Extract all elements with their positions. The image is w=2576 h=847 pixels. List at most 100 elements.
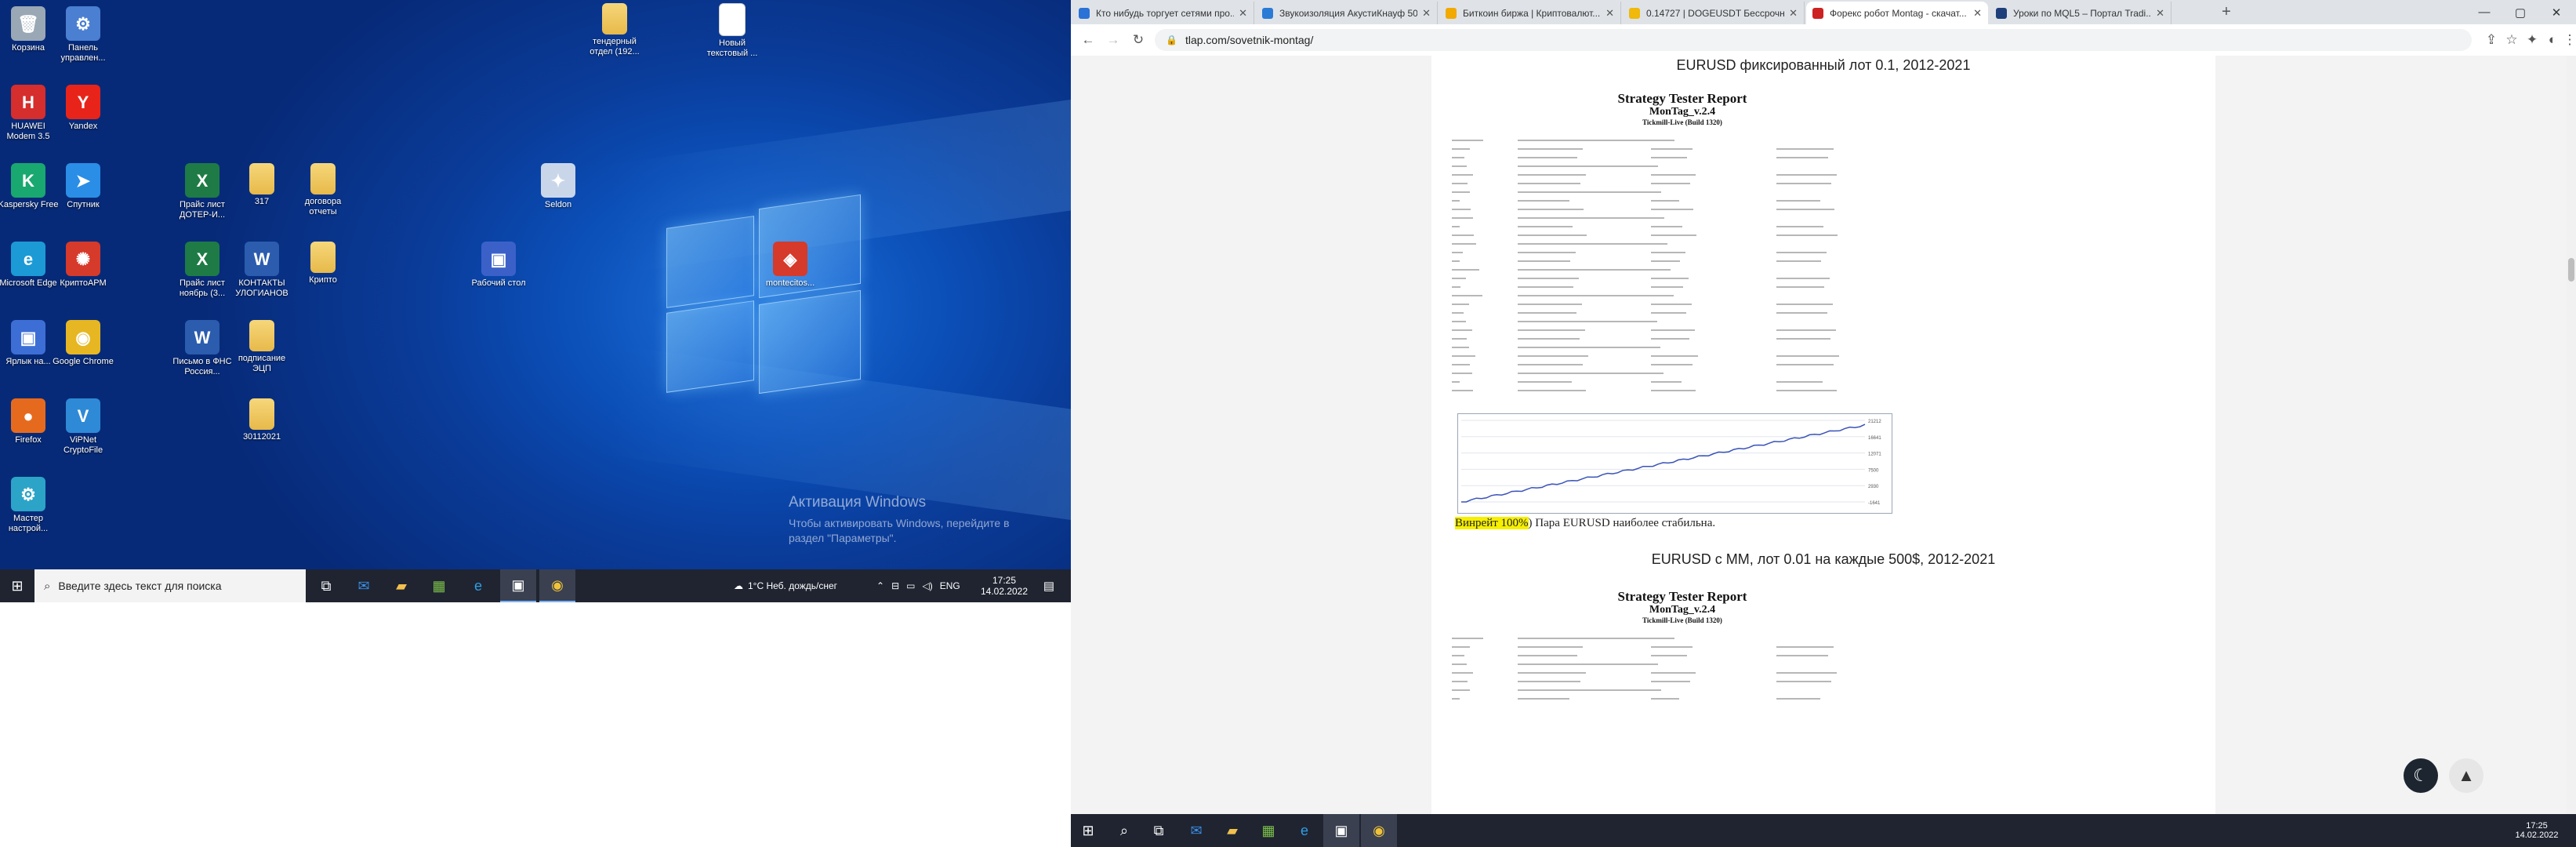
scroll-to-top-icon[interactable]: ▲ (2449, 758, 2483, 793)
desktop-icon[interactable]: ✺ КриптоАРМ (52, 242, 114, 289)
desktop-icon[interactable]: ✦ Seldon (527, 163, 590, 210)
desktop-icon[interactable]: ▣ Ярлык на... (0, 320, 60, 367)
desktop-icon[interactable]: K Kaspersky Free (0, 163, 60, 210)
desktop-icon[interactable]: подписание ЭЦП (230, 320, 293, 374)
desktop-icon[interactable]: Новый текстовый ... (701, 3, 764, 59)
maximize-button[interactable]: ▢ (2502, 0, 2538, 24)
desktop-icon[interactable]: ◉ Google Chrome (52, 320, 114, 367)
file-explorer-icon[interactable]: ▰ (1217, 814, 1248, 847)
close-window-button[interactable]: ✕ (2538, 0, 2574, 24)
report-row (1447, 136, 1917, 145)
report-rows (1447, 634, 1917, 703)
bookmark-star-icon[interactable]: ☆ (2502, 31, 2521, 49)
edge-icon[interactable]: e (463, 569, 494, 602)
scrollbar-thumb[interactable] (2568, 258, 2574, 282)
profile-icon[interactable]: ◐ (2543, 31, 2562, 49)
desktop-icon[interactable]: ◈ montecitos... (759, 242, 822, 289)
store-icon[interactable]: ▦ (423, 569, 455, 602)
notifications-icon[interactable]: ▤ (1035, 569, 1063, 602)
desktop-icon[interactable]: договора отчеты (292, 163, 354, 217)
tab-close-icon[interactable]: ✕ (1422, 7, 1431, 20)
desktop-icon-label: подписание ЭЦП (238, 354, 286, 373)
mail-icon[interactable]: ✉ (1181, 814, 1212, 847)
report-row (1447, 318, 1917, 326)
desktop-icon[interactable]: ⚙ Мастер настрой... (0, 477, 60, 534)
desktop-icon[interactable]: V ViPNet CryptoFile (52, 398, 114, 456)
dark-mode-toggle-icon[interactable]: ☾ (2404, 758, 2438, 793)
browser-tab[interactable]: Форекс робот Montag - скачат... ✕ (1806, 2, 1988, 24)
desktop-icon[interactable]: 🗑 Корзина (0, 6, 60, 53)
start-button[interactable]: ⊞ (0, 569, 34, 602)
tab-close-icon[interactable]: ✕ (1789, 7, 1798, 20)
page-scrollbar[interactable] (2567, 56, 2576, 814)
file-explorer-icon[interactable]: ▰ (386, 569, 417, 602)
desktop-icon[interactable]: ➤ Спутник (52, 163, 114, 210)
taskbar-search-box[interactable]: ⌕ Введите здесь текст для поиска (34, 569, 306, 602)
clock[interactable]: 17:25 14.02.2022 (977, 569, 1032, 602)
desktop-icon[interactable]: X Прайс лист ноябрь (3... (171, 242, 234, 299)
forward-arrow-icon[interactable]: → (1104, 31, 1123, 49)
chrome-taskbar-icon[interactable]: ◉ (1361, 814, 1397, 847)
minimize-button[interactable]: — (2466, 0, 2502, 24)
desktop-icon[interactable]: ▣ Рабочий стол (467, 242, 530, 289)
network-icon[interactable]: ⊟ (891, 580, 899, 591)
browser-tab[interactable]: Биткоин биржа | Криптовалют... ✕ (1439, 2, 1621, 24)
remote-desktop-icon[interactable]: ▣ (1323, 814, 1359, 847)
report-row (1447, 643, 1917, 652)
tab-close-icon[interactable]: ✕ (1973, 7, 1982, 20)
desktop-icon[interactable]: W Письмо в ФНС Россия... (171, 320, 234, 377)
desktop-icon[interactable]: 317 (230, 163, 293, 207)
browser-tab[interactable]: Уроки по MQL5 – Портал Tradi... ✕ (1990, 2, 2171, 24)
task-view-icon[interactable]: ⧉ (310, 569, 342, 602)
desktop-icon[interactable]: X Прайс лист ДОТЕР-И... (171, 163, 234, 220)
report-row (1447, 300, 1917, 309)
taskbar: ⊞ ⌕ ⧉ ✉ ▰ ▦ e ▣ ◉ 17:25 14.02.2022 (1071, 814, 2576, 847)
reload-icon[interactable]: ↻ (1129, 31, 1148, 49)
remote-desktop-icon[interactable]: ▣ (500, 569, 536, 602)
desktop-icon-image: X (185, 163, 220, 198)
desktop-icon-image: ⚙ (66, 6, 100, 41)
start-button[interactable]: ⊞ (1071, 814, 1105, 847)
tab-close-icon[interactable]: ✕ (2156, 7, 2164, 20)
desktop-icon[interactable]: Крипто (292, 242, 354, 285)
volume-icon[interactable]: ◁) (922, 580, 932, 591)
desktop-icon[interactable]: ⚙ Панель управлен... (52, 6, 114, 64)
tab-favicon-icon (1446, 7, 1457, 19)
chrome-taskbar-icon[interactable]: ◉ (539, 569, 575, 602)
desktop-icon-label: Прайс лист ноябрь (3... (179, 278, 226, 298)
desktop-icon[interactable]: 30112021 (230, 398, 293, 442)
search-icon[interactable]: ⌕ (1108, 814, 1140, 847)
weather-widget[interactable]: ☁ 1°C Неб. дождь/снег (734, 569, 837, 602)
desktop-icon[interactable]: W КОНТАКТЫ УЛОГИАНОВ (230, 242, 293, 299)
browser-tab[interactable]: 0.14727 | DOGEUSDT Бессрочн... ✕ (1623, 2, 1805, 24)
extensions-icon[interactable]: ✦ (2523, 31, 2542, 49)
tab-close-icon[interactable]: ✕ (1605, 7, 1614, 20)
mail-icon[interactable]: ✉ (348, 569, 379, 602)
store-icon[interactable]: ▦ (1253, 814, 1284, 847)
language-indicator[interactable]: ENG (940, 580, 960, 591)
report-rows (1447, 136, 1917, 395)
desktop-icon[interactable]: H HUAWEI Modem 3.5 (0, 85, 60, 142)
report-row (1447, 283, 1917, 292)
chevron-up-icon[interactable]: ⌃ (876, 580, 884, 591)
battery-icon[interactable]: ▭ (906, 580, 915, 591)
windows-logo (666, 194, 861, 402)
report-ea-name: MonTag_v.2.4 (1649, 106, 1716, 118)
menu-icon[interactable]: ⋮ (2560, 31, 2576, 49)
tab-close-icon[interactable]: ✕ (1239, 7, 1247, 20)
address-bar[interactable]: 🔒 tlap.com/sovetnik-montag/ (1155, 29, 2472, 51)
desktop-icon-image: ◈ (773, 242, 807, 276)
task-view-icon[interactable]: ⧉ (1143, 814, 1174, 847)
browser-tab[interactable]: Звукоизоляция АкустиКнауф 50... ✕ (1256, 2, 1438, 24)
clock[interactable]: 17:25 14.02.2022 (2505, 814, 2568, 847)
desktop-icon[interactable]: ● Firefox (0, 398, 60, 445)
desktop-icon-image: V (66, 398, 100, 433)
back-arrow-icon[interactable]: ← (1079, 31, 1098, 49)
new-tab-button[interactable]: + (2217, 2, 2236, 21)
desktop-icon[interactable]: тендерный отдел (192... (583, 3, 646, 57)
desktop-icon[interactable]: e Microsoft Edge (0, 242, 60, 289)
share-icon[interactable]: ⇪ (2482, 31, 2501, 49)
browser-tab[interactable]: Кто нибудь торгует сетями про... ✕ (1072, 2, 1254, 24)
desktop-icon[interactable]: Y Yandex (52, 85, 114, 132)
edge-icon[interactable]: e (1289, 814, 1320, 847)
